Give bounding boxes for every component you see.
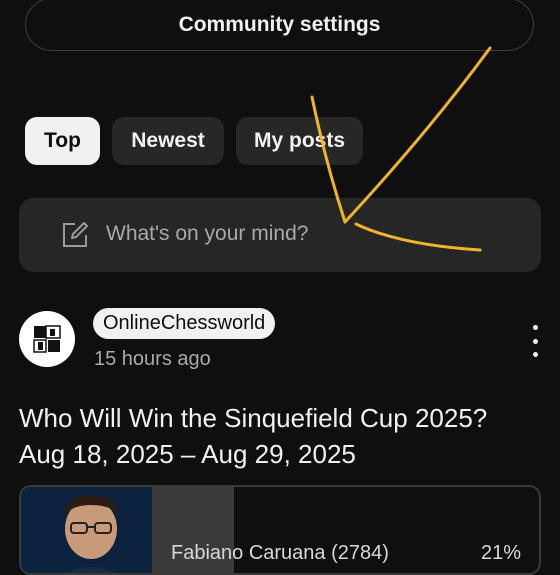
channel-name[interactable]: OnlineChessworld	[93, 308, 276, 339]
more-options-icon[interactable]	[525, 325, 545, 357]
edit-icon	[63, 222, 88, 247]
annotation-arrow	[310, 46, 492, 252]
post-composer[interactable]: What's on your mind?	[19, 198, 541, 272]
post-title: Who Will Win the Sinquefield Cup 2025? A…	[19, 403, 488, 469]
poll-option[interactable]: Fabiano Caruana (2784) 21%	[19, 485, 541, 575]
composer-placeholder: What's on your mind?	[106, 222, 309, 245]
channel-avatar[interactable]	[19, 311, 75, 367]
poll-option-percent: 21%	[480, 542, 521, 564]
chess-logo-icon	[33, 325, 61, 353]
filter-chip-newest[interactable]: Newest	[112, 117, 224, 165]
post-timestamp: 15 hours ago	[94, 348, 211, 370]
filter-chip-top[interactable]: Top	[25, 117, 100, 165]
community-settings-button[interactable]: Community settings	[25, 0, 534, 51]
player-photo	[21, 487, 152, 573]
filter-chip-my-posts[interactable]: My posts	[236, 117, 363, 165]
poll-option-label: Fabiano Caruana (2784)	[171, 542, 389, 564]
